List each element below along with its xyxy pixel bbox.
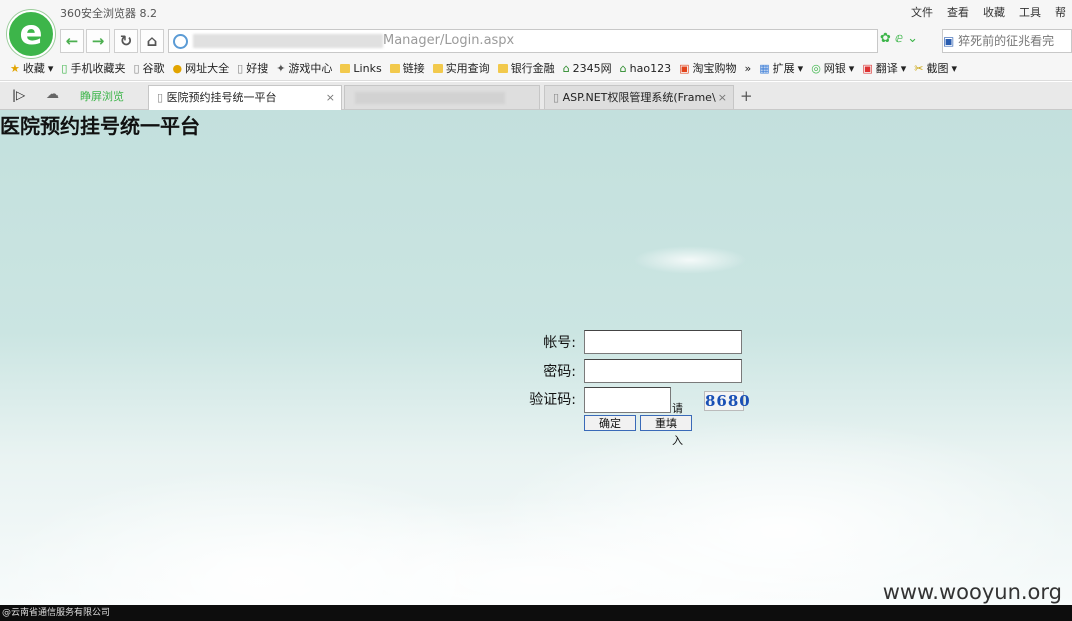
reset-button[interactable]: 重填	[640, 415, 692, 431]
folder-icon	[389, 63, 400, 73]
password-input[interactable]	[584, 359, 742, 383]
title-bar: 360安全浏览器 8.2 文件 查看 收藏 工具 帮	[0, 0, 1072, 27]
back-arrow-icon[interactable]: ←	[60, 29, 84, 53]
close-tab-icon[interactable]: ×	[326, 86, 335, 109]
bookmark-bank[interactable]: 银行金融	[497, 60, 555, 76]
netbank-button[interactable]: ◎ 网银 ▾	[811, 60, 854, 76]
app-title: 360安全浏览器 8.2	[60, 7, 157, 20]
new-tab-icon[interactable]: +	[740, 87, 753, 105]
bookmark-useful[interactable]: 实用查询	[432, 60, 490, 76]
menu-tools[interactable]: 工具	[1019, 4, 1041, 20]
watermark: www.wooyun.org	[882, 580, 1062, 604]
tab-side-view[interactable]: 睁屏浏览	[72, 85, 142, 109]
tab-redacted[interactable]	[344, 85, 540, 109]
site-security-icon	[173, 34, 188, 49]
url-redacted	[193, 34, 383, 48]
refresh-icon[interactable]: ↻	[114, 29, 138, 53]
search-text: 猝死前的征兆看完	[958, 34, 1055, 48]
page-icon: ▯	[157, 91, 167, 104]
close-tab-icon[interactable]: ×	[718, 86, 727, 109]
extensions-button[interactable]: ▦ 扩展 ▾	[759, 60, 803, 76]
tab-aspnet[interactable]: ▯ ASP.NET权限管理系统(Frame\ ×	[544, 85, 734, 109]
browser-logo-icon[interactable]: e	[7, 10, 55, 58]
bookmark-favorites[interactable]: ★ 收藏 ▾	[10, 60, 53, 76]
address-bar: ← → ↻ ⌂ Manager/Login.aspx ✿ ⅇ ⌄ ▣ 猝死前的征…	[0, 27, 1072, 56]
compat-mode-icon[interactable]: ✿ ⅇ ⌄	[880, 31, 918, 46]
footer: @云南省通信服务有限公司	[0, 605, 1072, 621]
tab-bar: |▷ ☁ 睁屏浏览 ▯ 医院预约挂号统一平台 × ▯ ASP.NET权限管理系统…	[0, 82, 1072, 110]
page-content: 医院预约挂号统一平台 帐号: 密码: 验证码: 请输入 8680 确定 重填 w…	[0, 110, 1072, 605]
forward-arrow-icon[interactable]: →	[86, 29, 110, 53]
captcha-image[interactable]: 8680	[704, 391, 750, 411]
menu-bar: 文件 查看 收藏 工具 帮	[911, 4, 1066, 20]
account-label: 帐号:	[543, 335, 576, 351]
page-title: 医院预约挂号统一平台	[0, 114, 200, 138]
folder-icon	[497, 63, 508, 73]
bookmark-site-directory[interactable]: ● 网址大全	[173, 60, 230, 76]
cloud-icon[interactable]: ☁	[46, 87, 59, 102]
screenshot-button[interactable]: ✂ 截图 ▾	[914, 60, 957, 76]
captcha-label: 验证码:	[529, 392, 576, 408]
home-icon[interactable]: ⌂	[140, 29, 164, 53]
translate-button[interactable]: ▣ 翻译 ▾	[862, 60, 906, 76]
password-label: 密码:	[543, 364, 576, 380]
bookmark-taobao[interactable]: ▣ 淘宝购物	[679, 60, 736, 76]
menu-view[interactable]: 查看	[947, 4, 969, 20]
bookmark-link-cn[interactable]: 链接	[389, 60, 425, 76]
page-icon: ▯	[553, 91, 563, 104]
account-input[interactable]	[584, 330, 742, 354]
confirm-button[interactable]: 确定	[584, 415, 636, 431]
bookmark-2345[interactable]: ⌂ 2345网	[563, 60, 612, 76]
menu-favorites[interactable]: 收藏	[983, 4, 1005, 20]
more-bookmarks-icon[interactable]: »	[745, 62, 752, 75]
menu-file[interactable]: 文件	[911, 4, 933, 20]
bookmark-google[interactable]: ▯ 谷歌	[133, 60, 164, 76]
bookmark-games[interactable]: ✦ 游戏中心	[276, 60, 332, 76]
tab-title-redacted	[355, 92, 505, 104]
menu-help[interactable]: 帮	[1055, 4, 1066, 20]
bookmark-links[interactable]: Links	[340, 62, 382, 75]
folder-icon	[432, 63, 443, 73]
folder-icon	[340, 63, 351, 73]
search-input[interactable]: ▣ 猝死前的征兆看完	[942, 29, 1072, 53]
sidebar-toggle-icon[interactable]: |▷	[12, 88, 25, 102]
tab-title: 医院预约挂号统一平台	[166, 91, 277, 104]
bookmark-mobile[interactable]: ▯ 手机收藏夹	[61, 60, 125, 76]
bookmark-hao123[interactable]: ⌂ hao123	[620, 62, 671, 75]
url-input[interactable]: Manager/Login.aspx	[168, 29, 878, 53]
captcha-input[interactable]	[584, 387, 671, 413]
bookmark-haosou[interactable]: ▯ 好搜	[237, 60, 268, 76]
search-engine-icon: ▣	[943, 34, 955, 48]
tab-active-login[interactable]: ▯ 医院预约挂号统一平台 ×	[148, 85, 342, 110]
bookmarks-bar: ★ 收藏 ▾ ▯ 手机收藏夹 ▯ 谷歌 ● 网址大全 ▯ 好搜 ✦ 游戏中心 Links 链接…	[0, 56, 1072, 81]
url-text: Manager/Login.aspx	[383, 33, 515, 48]
